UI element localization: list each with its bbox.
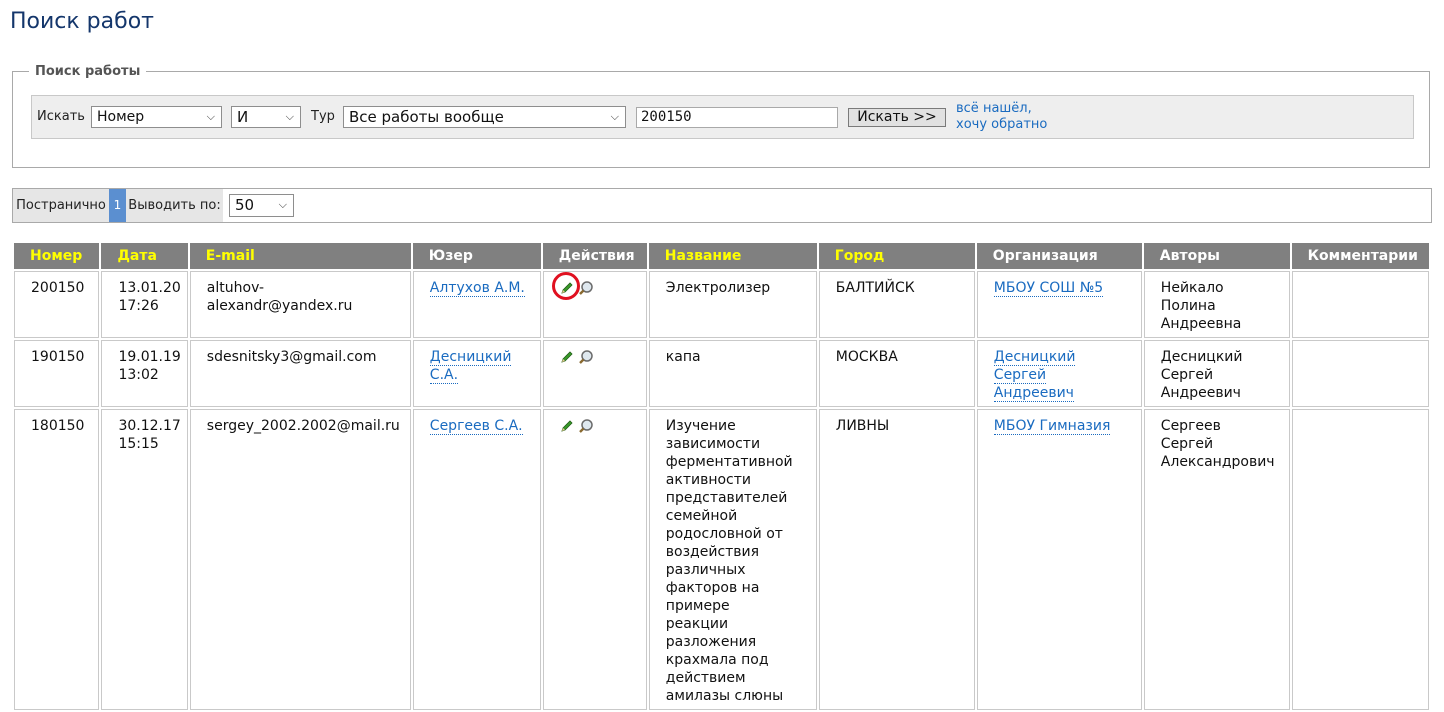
cell-title: Электролизер xyxy=(648,271,817,338)
col-header-comments: Комментарии xyxy=(1291,243,1429,269)
cell-comments xyxy=(1291,271,1429,338)
results-table: Номер Дата E-mail Юзер Действия Название… xyxy=(12,241,1431,712)
back-link[interactable]: всё нашёл, хочу обратно xyxy=(956,101,1047,133)
logic-value: И xyxy=(237,108,249,126)
col-header-actions: Действия xyxy=(542,243,647,269)
cell-title: Изучение зависимости ферментативной акти… xyxy=(648,409,817,710)
col-header-user: Юзер xyxy=(412,243,541,269)
pencil-icon[interactable] xyxy=(560,281,574,295)
search-field-select[interactable]: Номер ⌵ xyxy=(91,106,222,128)
pager-mode-label[interactable]: Постранично xyxy=(13,189,109,222)
cell-authors: Десницкий Сергей Андреевич xyxy=(1143,340,1290,407)
cell-date: 19.01.19 13:02 xyxy=(101,340,188,407)
back-link-line1: всё нашёл, xyxy=(956,101,1032,116)
cell-comments xyxy=(1291,340,1429,407)
table-row: 180150 30.12.17 15:15 sergey_2002.2002@m… xyxy=(14,409,1429,710)
search-bar: Искать Номер ⌵ И ⌵ Тур Все работы вообще… xyxy=(31,95,1414,139)
org-link[interactable]: Десницкий Сергей Андреевич xyxy=(993,349,1076,402)
cell-number: 190150 xyxy=(14,340,100,407)
user-link[interactable]: Десницкий С.А. xyxy=(429,349,512,384)
col-header-date[interactable]: Дата xyxy=(101,243,188,269)
cell-actions xyxy=(542,409,647,710)
page-title: Поиск работ xyxy=(10,9,154,34)
cell-title: капа xyxy=(648,340,817,407)
cell-city: ЛИВНЫ xyxy=(818,409,975,710)
cell-org: МБОУ Гимназия xyxy=(976,409,1142,710)
col-header-title[interactable]: Название xyxy=(648,243,817,269)
per-page-select[interactable]: 50 ⌵ xyxy=(229,194,294,217)
magnifier-icon[interactable] xyxy=(578,349,594,365)
search-query-input[interactable]: 200150 xyxy=(636,107,838,128)
cell-number: 200150 xyxy=(14,271,100,338)
cell-email: sergey_2002.2002@mail.ru xyxy=(189,409,411,710)
magnifier-icon[interactable] xyxy=(578,418,594,434)
cell-date: 30.12.17 15:15 xyxy=(101,409,188,710)
org-link[interactable]: МБОУ СОШ №5 xyxy=(993,280,1104,297)
col-header-email[interactable]: E-mail xyxy=(189,243,411,269)
cell-user: Десницкий С.А. xyxy=(412,340,541,407)
chevron-down-icon: ⌵ xyxy=(278,198,287,211)
cell-city: МОСКВА xyxy=(818,340,975,407)
cell-comments xyxy=(1291,409,1429,710)
search-submit-button[interactable]: Искать >> xyxy=(848,108,946,127)
cell-user: Алтухов А.М. xyxy=(412,271,541,338)
cell-email: sdesnitsky3@gmail.com xyxy=(189,340,411,407)
tour-select[interactable]: Все работы вообще ⌵ xyxy=(343,106,626,128)
cell-number: 180150 xyxy=(14,409,100,710)
table-header-row: Номер Дата E-mail Юзер Действия Название… xyxy=(14,243,1429,269)
col-header-number[interactable]: Номер xyxy=(14,243,100,269)
cell-city: БАЛТИЙСК xyxy=(818,271,975,338)
search-fieldset: Поиск работы Искать Номер ⌵ И ⌵ Тур Все … xyxy=(12,64,1430,168)
search-legend: Поиск работы xyxy=(35,64,141,79)
pencil-icon[interactable] xyxy=(560,350,574,364)
magnifier-icon[interactable] xyxy=(578,280,594,296)
user-link[interactable]: Алтухов А.М. xyxy=(429,280,525,297)
pager: Постранично 1 Выводить по: 50 ⌵ xyxy=(12,188,1432,223)
cell-authors: Сергеев Сергей Александрович xyxy=(1143,409,1290,710)
cell-org: Десницкий Сергей Андреевич xyxy=(976,340,1142,407)
col-header-authors: Авторы xyxy=(1143,243,1290,269)
edit-highlight xyxy=(551,272,580,300)
chevron-down-icon: ⌵ xyxy=(206,110,215,123)
cell-date: 13.01.20 17:26 xyxy=(101,271,188,338)
col-header-city[interactable]: Город xyxy=(818,243,975,269)
page-number-current[interactable]: 1 xyxy=(109,189,126,222)
search-field-value: Номер xyxy=(97,109,145,125)
logic-select[interactable]: И ⌵ xyxy=(231,106,301,128)
cell-email: altuhov-alexandr@yandex.ru xyxy=(189,271,411,338)
chevron-down-icon: ⌵ xyxy=(285,110,294,123)
tour-value: Все работы вообще xyxy=(349,108,504,126)
chevron-down-icon: ⌵ xyxy=(610,110,619,123)
search-field-label: Искать xyxy=(37,109,85,124)
table-row: 190150 19.01.19 13:02 sdesnitsky3@gmail.… xyxy=(14,340,1429,407)
search-query-value: 200150 xyxy=(641,109,692,125)
pencil-icon[interactable] xyxy=(560,419,574,433)
tour-label: Тур xyxy=(311,109,335,124)
per-page-value: 50 xyxy=(235,196,255,214)
user-link[interactable]: Сергеев С.А. xyxy=(429,418,523,435)
cell-actions xyxy=(542,271,647,338)
cell-org: МБОУ СОШ №5 xyxy=(976,271,1142,338)
back-link-line2: хочу обратно xyxy=(956,117,1048,132)
col-header-org: Организация xyxy=(976,243,1142,269)
org-link[interactable]: МБОУ Гимназия xyxy=(993,418,1111,435)
per-page-label: Выводить по: xyxy=(126,189,223,222)
table-row: 200150 13.01.20 17:26 altuhov-alexandr@y… xyxy=(14,271,1429,338)
cell-user: Сергеев С.А. xyxy=(412,409,541,710)
cell-actions xyxy=(542,340,647,407)
cell-authors: Нейкало Полина Андреевна xyxy=(1143,271,1290,338)
